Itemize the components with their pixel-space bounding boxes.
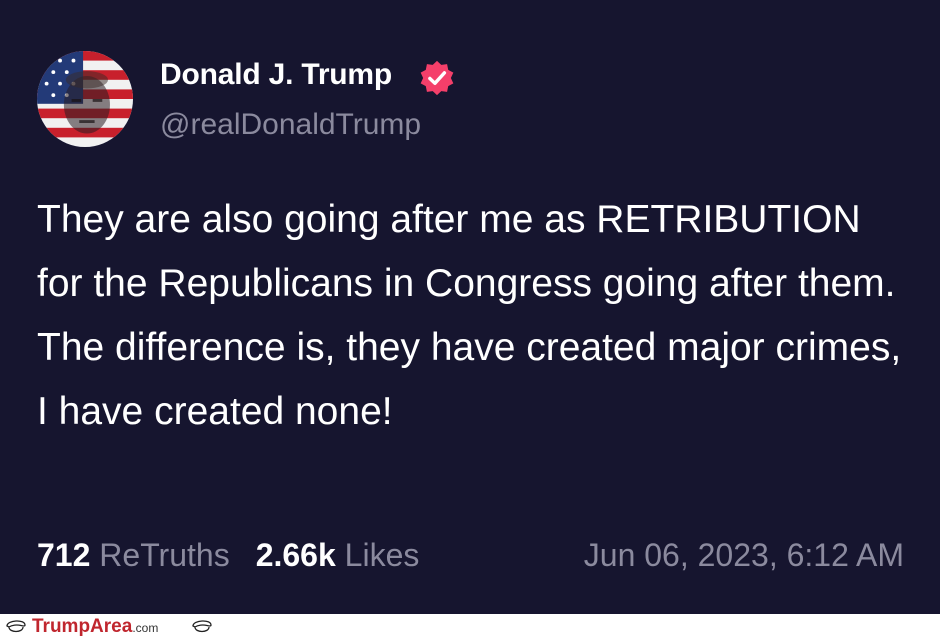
footer-brand-name: TrumpArea [32,616,133,637]
retruths-count[interactable]: 712 [37,537,90,573]
flag-portrait-avatar-icon [37,51,133,147]
footer-brand[interactable]: TrumpArea.com [32,616,158,638]
trump-hair-icon [190,617,214,637]
engagement-stats: 712 ReTruths 2.66k Likes [37,537,419,574]
truth-post-card: Donald J. Trump @realDonaldTrump They ar… [0,0,940,614]
post-body-text: They are also going after me as RETRIBUT… [37,198,902,433]
verified-badge-icon [418,59,456,97]
watermark-footer: TrumpArea.com [0,614,940,640]
post-timestamp[interactable]: Jun 06, 2023, 6:12 AM [584,537,904,574]
avatar[interactable] [37,51,133,147]
retruths-label[interactable]: ReTruths [99,537,229,573]
display-name[interactable]: Donald J. Trump [160,58,392,92]
likes-label[interactable]: Likes [345,537,420,573]
likes-count[interactable]: 2.66k [256,537,336,573]
user-handle[interactable]: @realDonaldTrump [160,108,421,142]
footer-brand-domain: .com [132,621,159,635]
trump-hair-icon [4,617,28,637]
